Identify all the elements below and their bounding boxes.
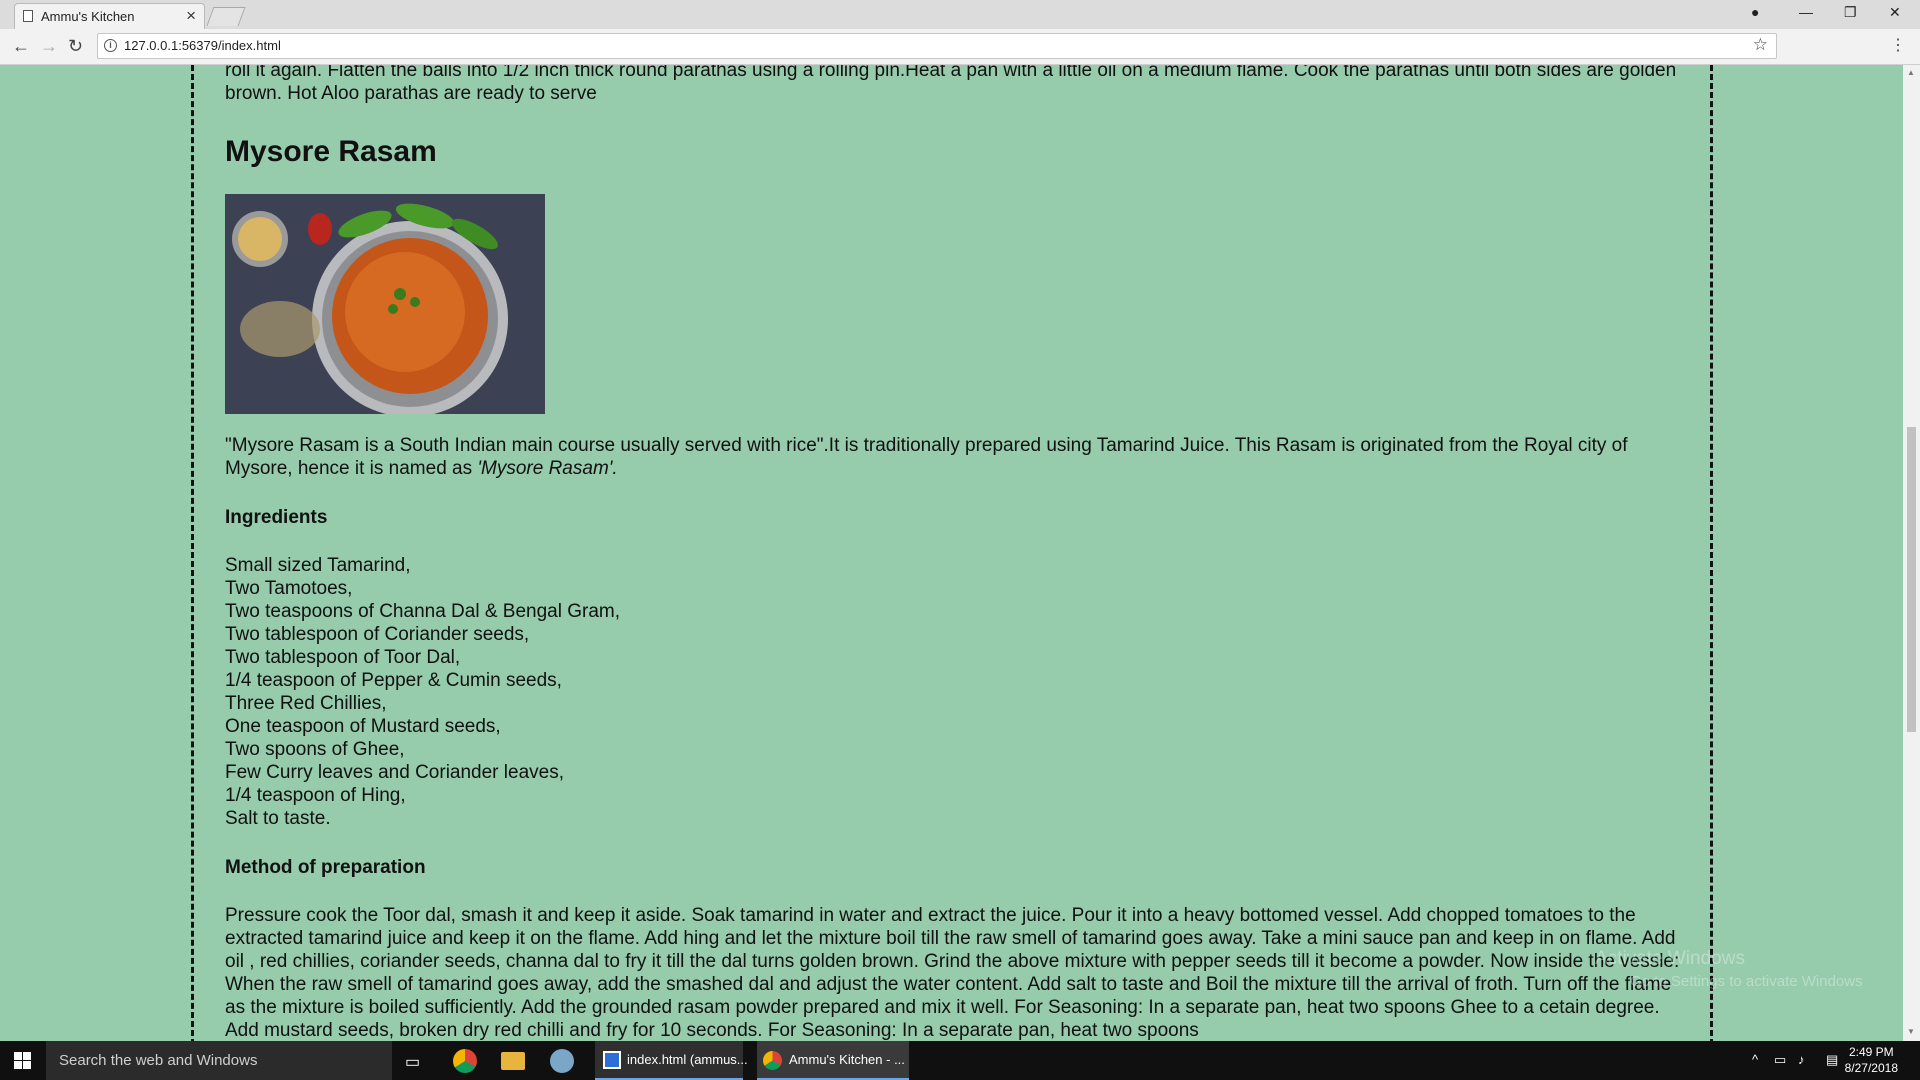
volume-icon[interactable]: ♪ (1798, 1052, 1805, 1067)
recipe-container: roll it again. Flatten the balls into 1/… (191, 65, 1713, 1041)
ingredient-item: One teaspoon of Mustard seeds, (225, 716, 501, 737)
page-icon (23, 10, 33, 22)
restore-icon[interactable]: ❐ (1844, 4, 1857, 21)
activate-windows-watermark: Activate Windows (1595, 948, 1745, 969)
search-placeholder: Search the web and Windows (59, 1052, 258, 1069)
activate-windows-subtext: Go to Settings to activate Windows (1630, 973, 1863, 990)
scrollbar-thumb[interactable] (1907, 427, 1916, 732)
chrome-icon[interactable] (453, 1049, 477, 1073)
vertical-scrollbar[interactable]: ▲ ▼ (1903, 65, 1920, 1041)
windows-taskbar: Search the web and Windows ▭ index.html … (0, 1041, 1920, 1080)
previous-recipe-text: roll it again. Flatten the balls into 1/… (225, 65, 1677, 104)
taskbar-app-editor[interactable]: index.html (ammus... (595, 1041, 748, 1080)
ingredient-item: 1/4 teaspoon of Pepper & Cumin seeds, (225, 670, 562, 691)
clock-time: 2:49 PM (1848, 1045, 1894, 1059)
taskbar-search-box[interactable]: Search the web and Windows (46, 1041, 392, 1080)
app-icon[interactable] (550, 1049, 574, 1073)
close-tab-icon[interactable]: × (186, 6, 196, 26)
recipe-title: Mysore Rasam (225, 135, 437, 168)
task-view-icon[interactable]: ▭ (405, 1052, 420, 1072)
recipe-description: "Mysore Rasam is a South Indian main cou… (225, 435, 1628, 479)
new-tab-button[interactable] (206, 7, 246, 26)
ingredient-item: Few Curry leaves and Coriander leaves, (225, 762, 564, 783)
chrome-icon (763, 1051, 782, 1070)
minimize-icon[interactable]: — (1799, 4, 1813, 20)
taskbar-app-label: Ammu's Kitchen - ... (789, 1052, 905, 1067)
profile-icon[interactable]: ● (1751, 4, 1759, 20)
ingredients-heading: Ingredients (225, 507, 328, 528)
url-text: 127.0.0.1:56379/index.html (124, 38, 281, 53)
browser-tab-bar: Ammu's Kitchen × ● — ❐ ✕ (0, 0, 1920, 29)
ingredient-item: 1/4 teaspoon of Hing, (225, 785, 406, 806)
taskbar-clock[interactable]: 2:49 PM 8/27/2018 (1845, 1044, 1898, 1076)
taskbar-app-label: index.html (ammus... (627, 1052, 748, 1067)
info-icon[interactable]: i (104, 39, 117, 52)
ingredient-item: Two spoons of Ghee, (225, 739, 405, 760)
method-text: Pressure cook the Toor dal, smash it and… (225, 905, 1680, 1041)
taskbar-app-chrome[interactable]: Ammu's Kitchen - ... (757, 1041, 909, 1080)
clock-date: 8/27/2018 (1844, 1061, 1898, 1075)
ingredient-item: Two Tamotoes, (225, 578, 353, 599)
forward-icon[interactable]: → (40, 36, 58, 57)
tab-title: Ammu's Kitchen (41, 9, 135, 24)
ingredient-item: Three Red Chillies, (225, 693, 387, 714)
ingredient-item: Two teaspoons of Channa Dal & Bengal Gra… (225, 601, 621, 622)
address-bar[interactable]: i 127.0.0.1:56379/index.html ☆ (97, 33, 1777, 59)
ingredients-list: Small sized Tamarind, Two Tamotoes, Two … (225, 554, 1685, 830)
show-hidden-icons-icon[interactable]: ^ (1752, 1052, 1758, 1067)
ingredient-item: Small sized Tamarind, (225, 555, 411, 576)
editor-icon (603, 1051, 621, 1069)
menu-icon[interactable]: ⋮ (1890, 35, 1906, 55)
reload-icon[interactable]: ↻ (68, 36, 83, 57)
notifications-icon[interactable]: ▤ (1826, 1052, 1838, 1068)
browser-tab[interactable]: Ammu's Kitchen × (14, 3, 205, 29)
method-heading: Method of preparation (225, 857, 426, 878)
scroll-down-icon[interactable]: ▼ (1907, 1027, 1915, 1036)
rasam-image (225, 194, 545, 414)
bookmark-star-icon[interactable]: ☆ (1753, 35, 1768, 55)
close-window-icon[interactable]: ✕ (1889, 4, 1901, 21)
network-icon[interactable]: ▭ (1774, 1052, 1786, 1068)
file-explorer-icon[interactable] (501, 1052, 525, 1070)
browser-toolbar: ← → ↻ i 127.0.0.1:56379/index.html ☆ ⋮ (0, 29, 1920, 65)
ingredient-item: Salt to taste. (225, 808, 331, 829)
page-viewport: roll it again. Flatten the balls into 1/… (0, 65, 1920, 1041)
ingredient-item: Two tablespoon of Toor Dal, (225, 647, 461, 668)
back-icon[interactable]: ← (12, 36, 30, 57)
scroll-up-icon[interactable]: ▲ (1907, 68, 1915, 77)
ingredient-item: Two tablespoon of Coriander seeds, (225, 624, 530, 645)
windows-start-icon[interactable] (14, 1052, 31, 1069)
